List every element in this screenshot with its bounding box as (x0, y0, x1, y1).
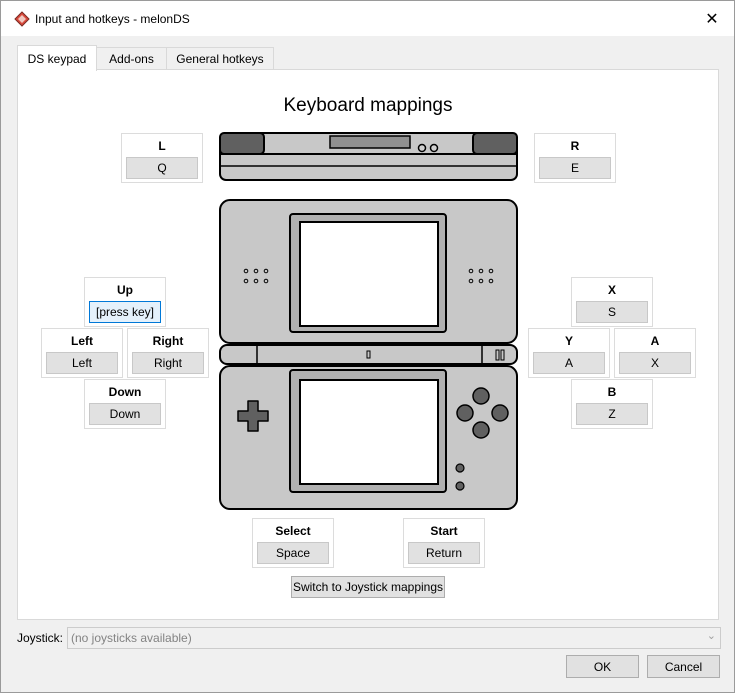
mapping-label-select: Select (275, 524, 311, 538)
mapping-x: X S (571, 277, 653, 327)
mapping-down: Down Down (84, 379, 166, 429)
mapping-l: L Q (121, 133, 203, 183)
tab-general-hotkeys[interactable]: General hotkeys (166, 47, 274, 70)
mapping-label-y: Y (564, 334, 573, 348)
mapping-label-right: Right (152, 334, 184, 348)
tab-ds-keypad[interactable]: DS keypad (17, 45, 97, 71)
mapping-label-down: Down (108, 385, 142, 399)
ds-lower-half (219, 365, 518, 510)
dialog-window: Input and hotkeys - melonDS ✕ DS keypad … (0, 0, 735, 693)
key-button-start[interactable]: Return (408, 542, 480, 564)
switch-to-joystick-button[interactable]: Switch to Joystick mappings (291, 576, 445, 598)
mapping-a: A X (614, 328, 696, 378)
mapping-up: Up [press key] (84, 277, 166, 327)
mapping-label-a: A (650, 334, 660, 348)
joystick-select[interactable]: (no joysticks available) ⌄ (67, 627, 721, 649)
mapping-label-up: Up (117, 283, 133, 297)
melonds-app-icon (14, 11, 30, 27)
mapping-right: Right Right (127, 328, 209, 378)
key-button-r[interactable]: E (539, 157, 611, 179)
mapping-b: B Z (571, 379, 653, 429)
ok-button[interactable]: OK (566, 655, 639, 678)
window-title: Input and hotkeys - melonDS (35, 12, 190, 26)
key-button-left[interactable]: Left (46, 352, 118, 374)
mapping-label-b: B (607, 385, 617, 399)
mapping-label-start: Start (430, 524, 458, 538)
tab-add-ons[interactable]: Add-ons (96, 47, 167, 70)
key-button-y[interactable]: A (533, 352, 605, 374)
ds-keypad-panel: Keyboard mappings L Q R E Up [press key]… (17, 69, 719, 620)
mapping-label-x: X (607, 283, 616, 297)
key-button-b[interactable]: Z (576, 403, 648, 425)
joystick-select-value: (no joysticks available) (71, 631, 192, 645)
chevron-down-icon: ⌄ (706, 630, 716, 642)
ds-top-view (219, 132, 518, 181)
joystick-label: Joystick: (17, 631, 64, 645)
mapping-start: Start Return (403, 518, 485, 568)
key-button-l[interactable]: Q (126, 157, 198, 179)
ds-hinge (219, 344, 518, 365)
key-button-down[interactable]: Down (89, 403, 161, 425)
mapping-y: Y A (528, 328, 610, 378)
cancel-button[interactable]: Cancel (647, 655, 720, 678)
key-button-a[interactable]: X (619, 352, 691, 374)
mapping-label-l: L (158, 139, 166, 153)
title-bar: Input and hotkeys - melonDS ✕ (1, 1, 734, 36)
ds-upper-half (219, 199, 518, 344)
mapping-left: Left Left (41, 328, 123, 378)
key-button-right[interactable]: Right (132, 352, 204, 374)
mapping-label-r: R (570, 139, 580, 153)
close-icon: ✕ (705, 10, 719, 28)
mapping-select: Select Space (252, 518, 334, 568)
close-button[interactable]: ✕ (690, 1, 734, 36)
key-button-x[interactable]: S (576, 301, 648, 323)
key-button-up[interactable]: [press key] (89, 301, 161, 323)
key-button-select[interactable]: Space (257, 542, 329, 564)
mapping-label-left: Left (71, 334, 93, 348)
mapping-r: R E (534, 133, 616, 183)
